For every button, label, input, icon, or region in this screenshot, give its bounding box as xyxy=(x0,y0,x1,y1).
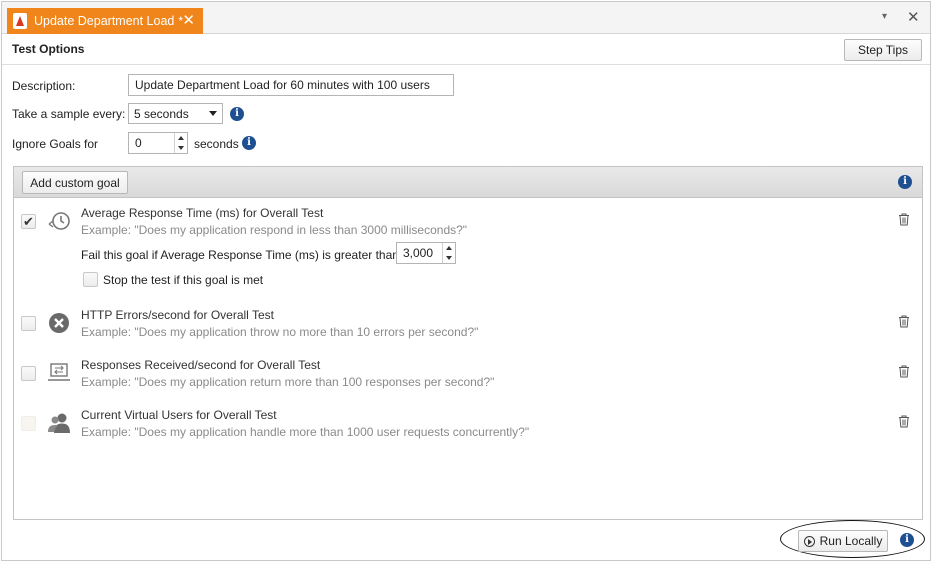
decrement-icon[interactable] xyxy=(446,256,452,260)
increment-icon[interactable] xyxy=(178,136,184,140)
load-test-document-icon xyxy=(13,13,27,29)
tab-strip: Update Department Load * ✕ ▾ ✕ xyxy=(2,2,930,34)
goal-average-response-time: ✔ Average Response Time (ms) for Overall… xyxy=(14,199,922,299)
goal-current-virtual-users: Current Virtual Users for Overall Test E… xyxy=(14,401,922,449)
ignore-goals-label: Ignore Goals for xyxy=(12,137,99,151)
ignore-goals-stepper[interactable]: 0 xyxy=(128,132,188,154)
users-icon xyxy=(48,413,70,433)
goal-checkbox[interactable]: ✔ xyxy=(21,214,36,229)
goal-title: Responses Received/second for Overall Te… xyxy=(81,358,321,372)
trash-icon[interactable] xyxy=(898,213,910,226)
tab-title: Update Department Load xyxy=(34,14,175,28)
description-label: Description: xyxy=(12,79,76,93)
fail-condition-label: Fail this goal if Average Response Time … xyxy=(81,248,399,262)
goals-panel: Add custom goal i ✔ Average Response Tim… xyxy=(13,166,923,520)
goal-title: HTTP Errors/second for Overall Test xyxy=(81,308,274,322)
stepper-arrows[interactable] xyxy=(442,243,455,263)
ignore-goals-unit: seconds xyxy=(194,137,239,151)
page-title: Test Options xyxy=(12,42,85,56)
close-window-icon[interactable]: ✕ xyxy=(907,8,920,26)
trash-icon[interactable] xyxy=(898,315,910,328)
close-tab-icon[interactable]: ✕ xyxy=(182,11,195,29)
decrement-icon[interactable] xyxy=(178,146,184,150)
run-locally-button[interactable]: Run Locally xyxy=(798,530,888,552)
ignore-goals-info-icon[interactable]: i xyxy=(242,136,256,150)
goal-example: Example: "Does my application respond in… xyxy=(81,223,468,237)
stop-test-label: Stop the test if this goal is met xyxy=(103,273,264,287)
goal-example: Example: "Does my application return mor… xyxy=(81,375,495,389)
tab-list-dropdown-icon[interactable]: ▾ xyxy=(882,11,887,22)
trash-icon[interactable] xyxy=(898,365,910,378)
laptop-transfer-icon xyxy=(48,363,70,381)
sample-interval-label: Take a sample every: xyxy=(12,107,126,121)
trash-icon[interactable] xyxy=(898,415,910,428)
goal-responses-received: Responses Received/second for Overall Te… xyxy=(14,351,922,399)
sample-info-icon[interactable]: i xyxy=(230,107,244,121)
sample-interval-select[interactable]: 5 seconds xyxy=(128,103,223,124)
goal-checkbox[interactable] xyxy=(21,366,36,381)
goal-example: Example: "Does my application handle mor… xyxy=(81,425,530,439)
step-tips-button[interactable]: Step Tips xyxy=(844,39,922,61)
goal-checkbox[interactable] xyxy=(21,316,36,331)
goals-toolbar: Add custom goal i xyxy=(14,167,922,198)
stop-test-checkbox[interactable] xyxy=(83,272,98,287)
goal-checkbox[interactable] xyxy=(21,416,36,431)
goals-info-icon[interactable]: i xyxy=(898,175,912,189)
ignore-goals-value: 0 xyxy=(135,136,142,150)
clock-icon xyxy=(48,212,70,230)
sample-interval-value: 5 seconds xyxy=(134,106,189,121)
add-custom-goal-button[interactable]: Add custom goal xyxy=(22,171,128,194)
run-locally-label: Run Locally xyxy=(819,534,883,548)
chevron-down-icon xyxy=(209,111,217,116)
goal-title: Average Response Time (ms) for Overall T… xyxy=(81,206,324,220)
goal-example: Example: "Does my application throw no m… xyxy=(81,325,479,339)
play-icon xyxy=(803,535,815,547)
tab-update-department-load[interactable]: Update Department Load * ✕ xyxy=(7,8,203,34)
description-field[interactable]: Update Department Load for 60 minutes wi… xyxy=(128,74,454,96)
header-divider xyxy=(2,64,930,65)
goal-http-errors: HTTP Errors/second for Overall Test Exam… xyxy=(14,301,922,349)
error-icon xyxy=(49,313,69,333)
increment-icon[interactable] xyxy=(446,246,452,250)
fail-threshold-stepper[interactable]: 3,000 xyxy=(396,242,456,264)
goal-title: Current Virtual Users for Overall Test xyxy=(81,408,277,422)
test-options-window: Update Department Load * ✕ ▾ ✕ Test Opti… xyxy=(1,1,931,561)
fail-threshold-value: 3,000 xyxy=(403,246,434,260)
run-info-icon[interactable]: i xyxy=(900,533,914,547)
stepper-arrows[interactable] xyxy=(174,133,187,153)
